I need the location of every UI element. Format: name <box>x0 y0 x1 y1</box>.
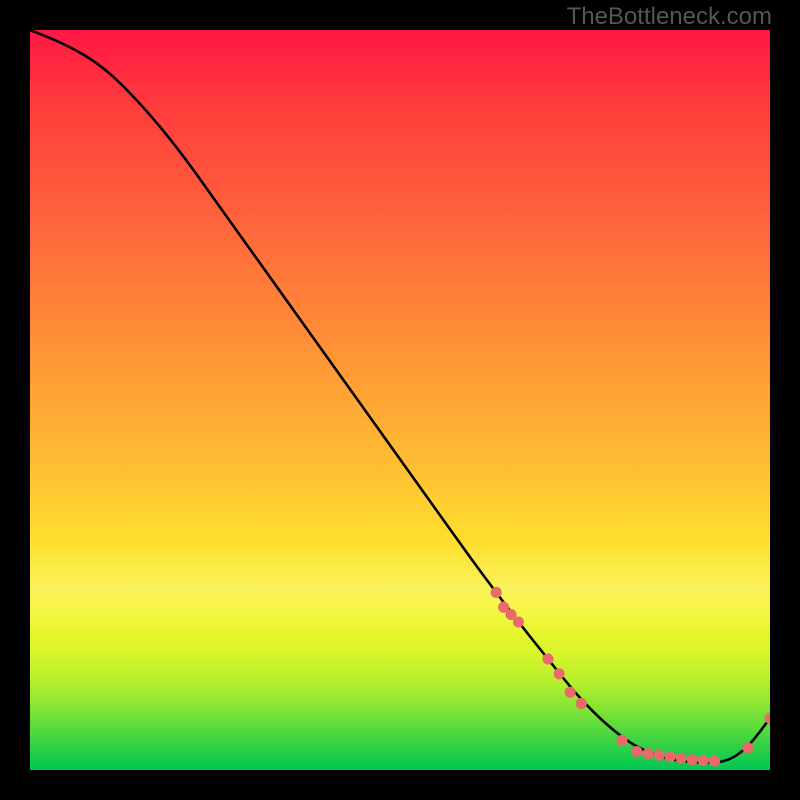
data-marker <box>665 751 676 762</box>
data-marker <box>616 735 627 746</box>
curve-layer <box>30 30 770 770</box>
data-marker <box>698 755 709 766</box>
data-marker <box>491 587 502 598</box>
data-marker <box>642 748 653 759</box>
data-marker <box>676 753 687 764</box>
data-marker <box>542 653 553 664</box>
marker-group <box>491 587 770 767</box>
data-marker <box>576 698 587 709</box>
data-marker <box>631 746 642 757</box>
data-marker <box>653 750 664 761</box>
watermark-text: TheBottleneck.com <box>567 3 772 31</box>
data-marker <box>513 616 524 627</box>
plot-area <box>30 30 770 770</box>
data-marker <box>764 713 770 724</box>
chart-frame: TheBottleneck.com <box>0 0 800 800</box>
data-marker <box>687 754 698 765</box>
data-marker <box>565 687 576 698</box>
data-marker <box>742 742 753 753</box>
data-marker <box>709 756 720 767</box>
data-marker <box>554 668 565 679</box>
curve-line <box>30 30 770 763</box>
